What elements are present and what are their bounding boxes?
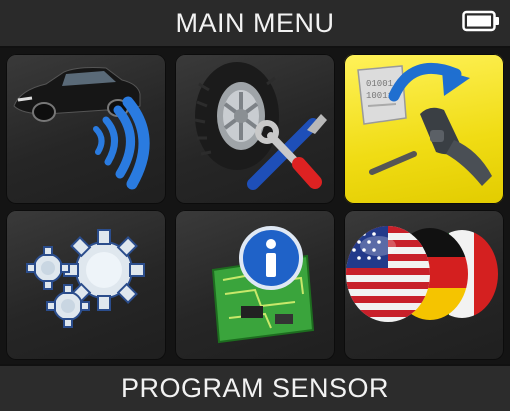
- language-flags-icon: [346, 226, 498, 322]
- menu-tile-tire-tools[interactable]: [175, 54, 335, 204]
- page-title: MAIN MENU: [175, 8, 335, 38]
- menu-tile-settings[interactable]: [6, 210, 166, 360]
- selected-item-label: PROGRAM SENSOR: [120, 373, 390, 403]
- menu-grid: 01001 10011: [0, 48, 510, 364]
- status-bar: PROGRAM SENSOR: [0, 364, 510, 411]
- program-sensor-icon: 01001 10011: [357, 62, 492, 186]
- svg-text:01001: 01001: [366, 79, 393, 89]
- menu-tile-language[interactable]: [344, 210, 504, 360]
- menu-tile-vehicle[interactable]: [6, 54, 166, 204]
- info-circuit-icon: [211, 226, 315, 344]
- menu-tile-program-sensor[interactable]: 01001 10011: [344, 54, 504, 204]
- top-bar: MAIN MENU: [0, 0, 510, 48]
- tire-tools-icon: [194, 62, 327, 190]
- vehicle-signal-icon: [13, 67, 150, 190]
- battery-icon: [462, 10, 499, 32]
- settings-gears-icon: [26, 229, 145, 328]
- menu-tile-info[interactable]: [175, 210, 335, 360]
